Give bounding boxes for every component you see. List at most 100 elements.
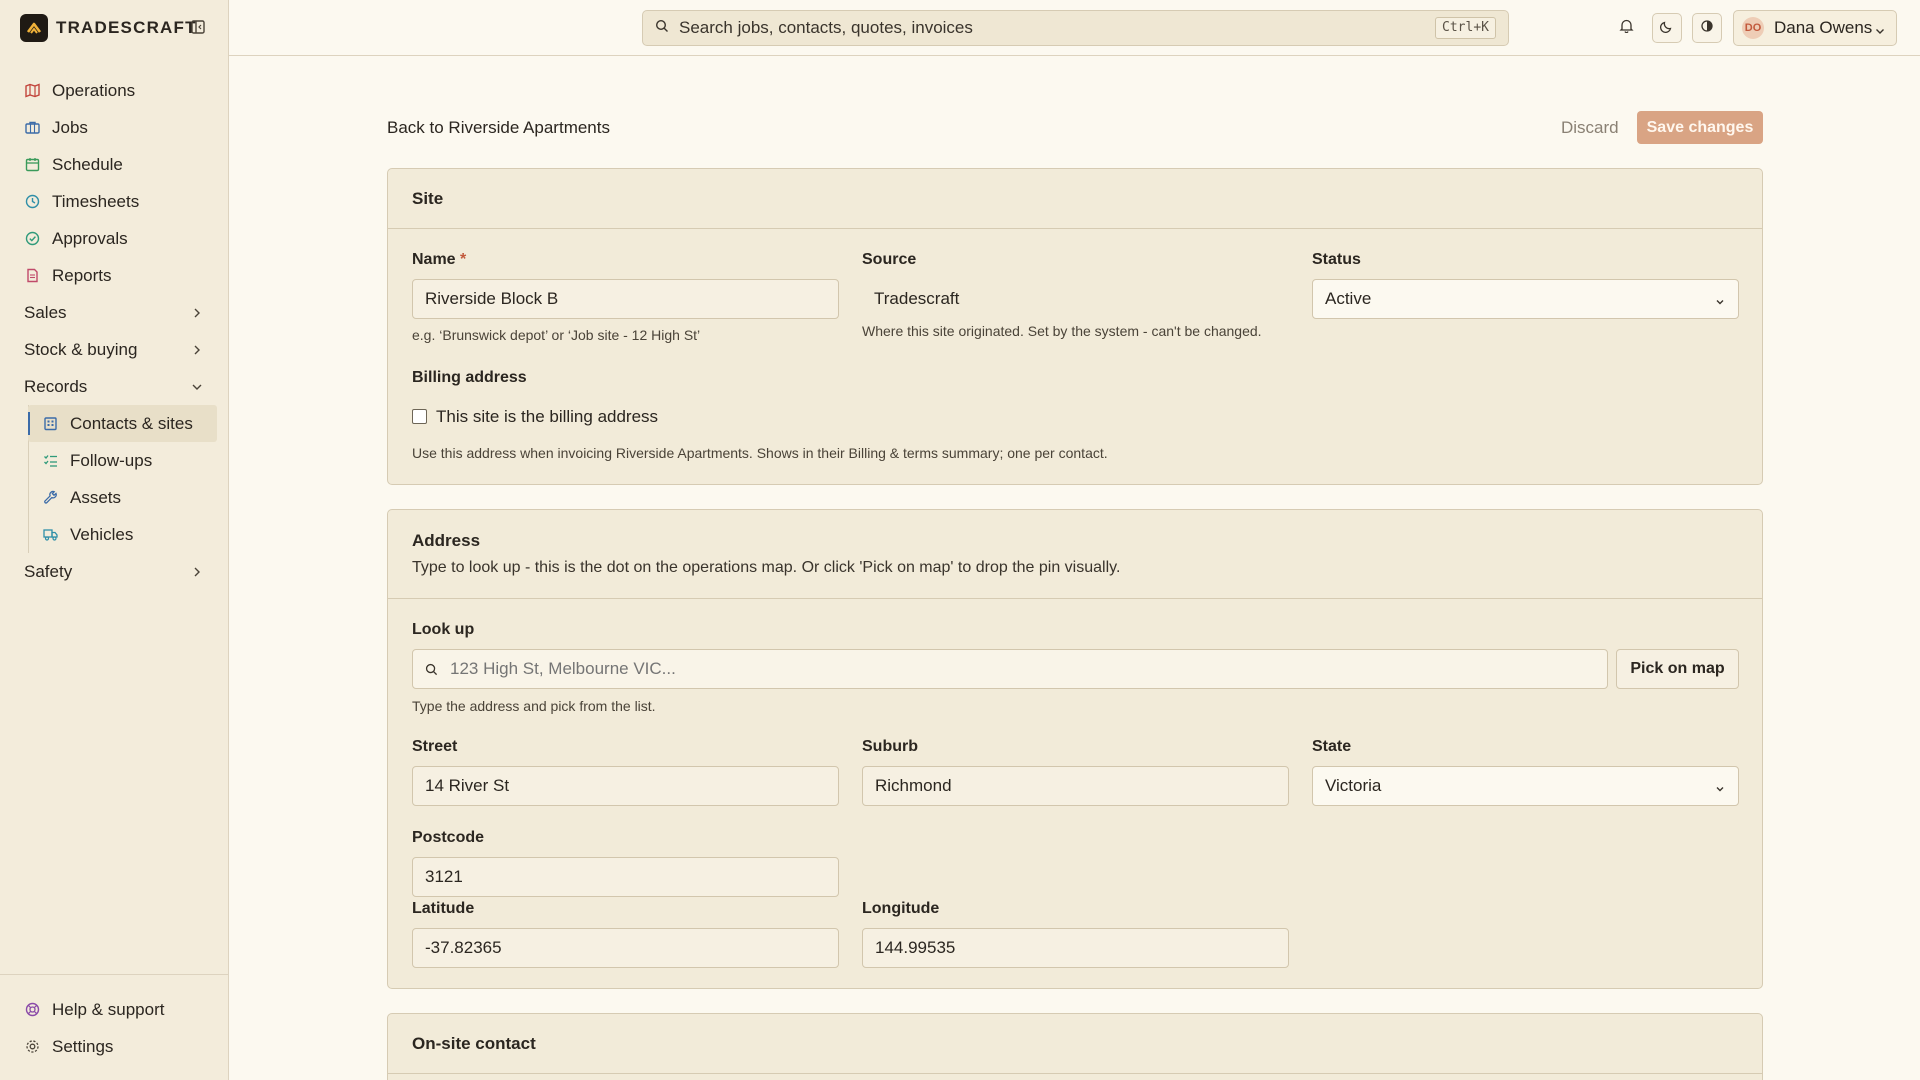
sidebar-item-label: Follow-ups — [70, 450, 153, 470]
suburb-input[interactable] — [875, 776, 1288, 796]
chevron-down-icon — [1874, 22, 1886, 42]
state-value: Victoria — [1325, 776, 1382, 795]
sidebar-item-assets[interactable]: Assets — [0, 479, 229, 516]
calendar-icon — [24, 157, 40, 173]
sidebar-item-schedule[interactable]: Schedule — [0, 146, 229, 183]
building-icon — [42, 416, 58, 432]
lookup-hint: Type the address and pick from the list. — [412, 698, 656, 714]
suburb-label: Suburb — [862, 738, 918, 755]
sidebar-collapse-icon[interactable] — [190, 19, 206, 35]
lookup-label: Look up — [412, 621, 475, 638]
suburb-field[interactable] — [862, 766, 1289, 806]
longitude-label: Longitude — [862, 900, 940, 917]
sidebar-item-label: Reports — [52, 265, 112, 285]
sidebar-group-safety[interactable]: Safety — [0, 553, 229, 590]
sidebar-item-label: Assets — [70, 487, 122, 507]
chevron-down-icon — [190, 379, 204, 393]
pick-on-map-button[interactable]: Pick on map — [1616, 649, 1739, 689]
postcode-label: Postcode — [412, 829, 485, 846]
sidebar-nav: Operations Jobs Schedule Timesheets Appr… — [0, 72, 229, 590]
street-field[interactable] — [412, 766, 839, 806]
site-card: Site Name * e.g. ‘Brunswick depot’ or ‘J… — [387, 168, 1763, 485]
billing-hint: Use this address when invoicing Riversid… — [412, 445, 1108, 461]
chevron-right-icon — [190, 342, 204, 356]
sidebar-item-label: Jobs — [52, 117, 88, 137]
user-menu[interactable]: DO Dana Owens — [1733, 10, 1897, 46]
sidebar-item-label: Help & support — [52, 999, 165, 1019]
lookup-field[interactable] — [412, 649, 1608, 689]
onsite-contact-card: On-site contact — [387, 1013, 1763, 1080]
report-icon — [24, 268, 40, 284]
card-title: On-site contact — [412, 1033, 536, 1053]
tradescraft-logo-icon — [20, 14, 48, 42]
sidebar-group-sales[interactable]: Sales — [0, 294, 229, 331]
sidebar-group-records[interactable]: Records — [0, 368, 229, 405]
name-input[interactable] — [425, 289, 838, 309]
search-icon — [655, 18, 669, 38]
sidebar-item-reports[interactable]: Reports — [0, 257, 229, 294]
sidebar-group-label: Safety — [24, 561, 73, 581]
longitude-field[interactable] — [862, 928, 1289, 968]
bell-icon — [1618, 18, 1634, 38]
latitude-input[interactable] — [425, 938, 838, 958]
search-icon — [425, 663, 438, 676]
latitude-field[interactable] — [412, 928, 839, 968]
onsite-contact-card-header: On-site contact — [388, 1014, 1762, 1074]
name-field[interactable] — [412, 279, 839, 319]
name-label-text: Name — [412, 251, 456, 268]
global-search[interactable]: Search jobs, contacts, quotes, invoices … — [642, 10, 1509, 46]
street-input[interactable] — [425, 776, 838, 796]
sidebar-item-label: Settings — [52, 1036, 114, 1056]
sidebar-group-label: Stock & buying — [24, 339, 138, 359]
status-value: Active — [1325, 289, 1372, 308]
sidebar-item-label: Vehicles — [70, 524, 134, 544]
source-hint: Where this site originated. Set by the s… — [862, 323, 1262, 339]
sidebar-item-operations[interactable]: Operations — [0, 72, 229, 109]
sidebar-group-stock[interactable]: Stock & buying — [0, 331, 229, 368]
state-label: State — [1312, 738, 1352, 755]
save-button[interactable]: Save changes — [1637, 111, 1763, 144]
billing-checkbox[interactable] — [412, 409, 427, 424]
sidebar-footer: Help & support Settings — [0, 974, 229, 1065]
state-select[interactable]: Victoria — [1312, 766, 1739, 806]
brand-name: TRADESCRAFT — [56, 18, 197, 37]
card-title: Site — [412, 188, 444, 208]
contrast-icon — [1700, 18, 1714, 38]
discard-button[interactable]: Discard — [1561, 118, 1619, 138]
site-card-header: Site — [388, 169, 1762, 229]
sidebar-item-vehicles[interactable]: Vehicles — [0, 516, 229, 553]
required-mark: * — [460, 251, 467, 268]
brand[interactable]: TRADESCRAFT — [20, 14, 197, 42]
chevron-right-icon — [190, 305, 204, 319]
name-hint: e.g. ‘Brunswick depot’ or ‘Job site - 12… — [412, 327, 701, 343]
wrench-icon — [42, 490, 58, 506]
longitude-input[interactable] — [875, 938, 1288, 958]
sidebar-item-label: Approvals — [52, 228, 128, 248]
sidebar-item-label: Operations — [52, 80, 136, 100]
sidebar-item-help[interactable]: Help & support — [0, 991, 229, 1028]
moon-icon — [1659, 18, 1674, 38]
sidebar-item-follow-ups[interactable]: Follow-ups — [0, 442, 229, 479]
contrast-toggle-button[interactable] — [1692, 13, 1722, 43]
sidebar-item-timesheets[interactable]: Timesheets — [0, 183, 229, 220]
chevron-down-icon — [1714, 780, 1726, 800]
source-label: Source — [862, 251, 917, 268]
card-description: Type to look up - this is the dot on the… — [412, 559, 1121, 576]
sidebar-item-settings[interactable]: Settings — [0, 1028, 229, 1065]
postcode-input[interactable] — [425, 867, 838, 887]
sidebar-item-approvals[interactable]: Approvals — [0, 220, 229, 257]
chevron-right-icon — [190, 564, 204, 578]
theme-toggle-button[interactable] — [1652, 13, 1682, 43]
user-name: Dana Owens — [1774, 18, 1873, 37]
back-link[interactable]: Back to Riverside Apartments — [387, 118, 610, 138]
billing-checkbox-label[interactable]: This site is the billing address — [436, 407, 658, 427]
lookup-input[interactable] — [450, 659, 1607, 679]
sidebar-item-contacts-sites[interactable]: Contacts & sites — [28, 405, 217, 442]
sidebar-item-jobs[interactable]: Jobs — [0, 109, 229, 146]
notifications-button[interactable] — [1611, 13, 1641, 43]
lifebuoy-icon — [24, 1002, 40, 1018]
status-select[interactable]: Active — [1312, 279, 1739, 319]
topbar: Search jobs, contacts, quotes, invoices … — [229, 0, 1920, 56]
checklist-icon — [42, 453, 58, 469]
postcode-field[interactable] — [412, 857, 839, 897]
